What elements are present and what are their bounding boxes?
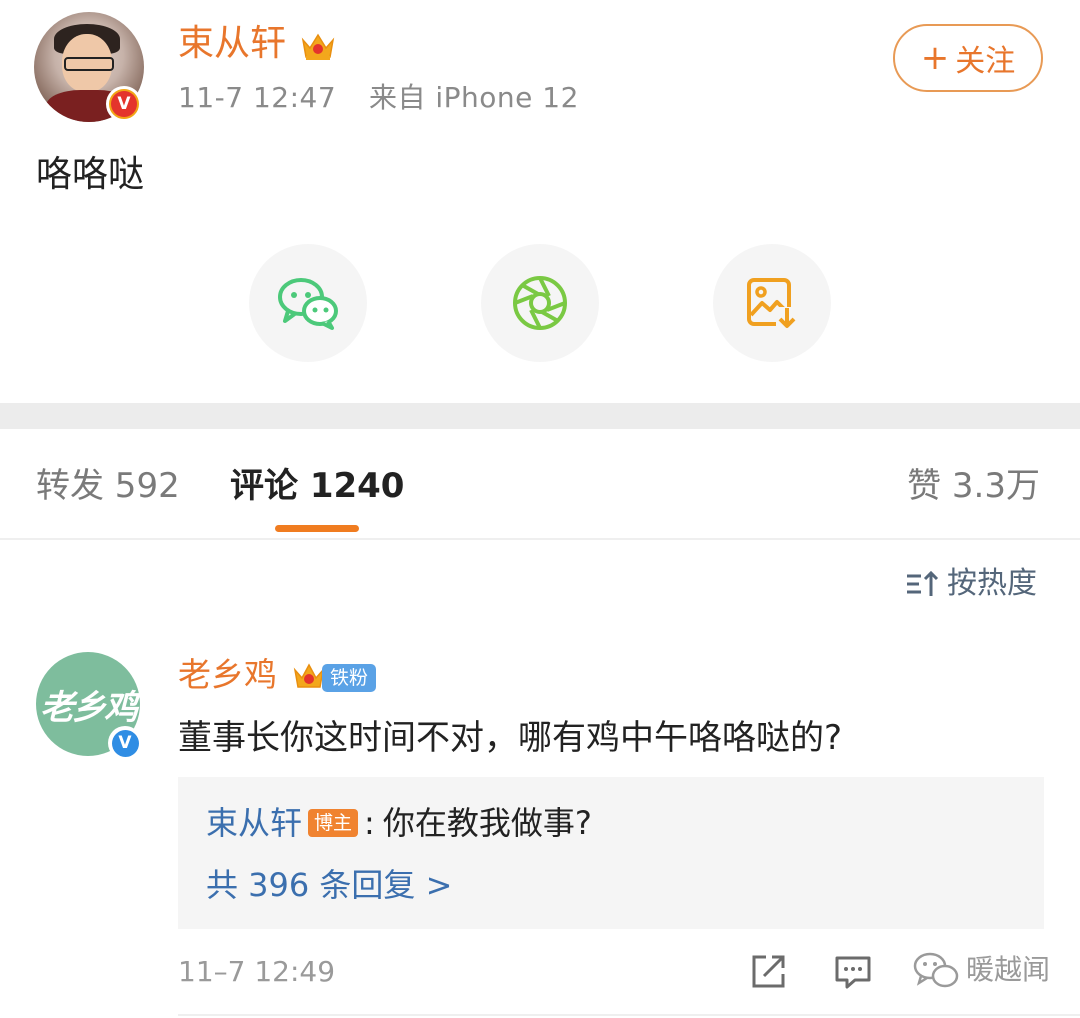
comment-text: 董事长你这时间不对，哪有鸡中午咯咯哒的? <box>178 718 843 758</box>
tab-comments[interactable]: 评论 1240 <box>230 462 404 510</box>
post-content: 咯咯哒 <box>36 154 145 195</box>
view-replies-link[interactable]: 共 396 条回复 > <box>206 862 452 908</box>
wechat-watermark-icon <box>913 952 959 988</box>
save-image-button[interactable] <box>713 244 831 362</box>
watermark: 暖越闻 <box>912 950 1050 990</box>
plus-icon: + <box>920 38 950 78</box>
comment-divider <box>178 1014 1080 1016</box>
reply-author[interactable]: 束从轩 <box>206 800 302 846</box>
tab-likes[interactable]: 赞 3.3万 <box>907 462 1040 510</box>
comment-icon[interactable] <box>833 952 873 992</box>
watermark-text: 暖越闻 <box>966 953 1051 986</box>
author-name[interactable]: 束从轩 <box>178 20 286 68</box>
sort-icon <box>907 570 939 596</box>
post-meta: 11-7 12:47 来自 iPhone 12 <box>178 80 579 116</box>
blogger-badge: 博主 <box>308 809 359 837</box>
save-image-icon <box>747 278 798 329</box>
reply-preview[interactable]: 束从轩 博主 : 你在教我做事? <box>206 800 592 846</box>
sort-by-hot-button[interactable]: 按热度 <box>905 563 1037 605</box>
fan-badge: 铁粉 <box>322 664 377 692</box>
crown-icon <box>293 663 325 688</box>
tab-divider <box>0 538 1080 540</box>
blue-verified-icon: V <box>108 726 142 760</box>
follow-label: 关注 <box>955 44 1016 79</box>
section-divider <box>0 403 1080 429</box>
post-time: 11-7 12:47 <box>178 81 337 114</box>
commenter-name[interactable]: 老乡鸡 <box>178 652 277 698</box>
sort-label: 按热度 <box>947 566 1037 601</box>
share-wechat-button[interactable] <box>249 244 367 362</box>
reply-text: 你在教我做事? <box>382 804 592 842</box>
share-moments-button[interactable] <box>481 244 599 362</box>
share-icon[interactable] <box>748 952 788 992</box>
follow-button[interactable]: + 关注 <box>893 24 1043 92</box>
moments-icon <box>513 276 567 330</box>
comment-time: 11–7 12:49 <box>178 955 336 988</box>
verified-badge-icon: V <box>106 86 142 122</box>
active-tab-indicator <box>275 525 359 532</box>
post-source: 来自 iPhone 12 <box>368 81 579 114</box>
reply-separator: : <box>364 804 375 842</box>
crown-icon <box>301 33 335 60</box>
tab-repost[interactable]: 转发 592 <box>36 462 180 510</box>
wechat-icon <box>278 278 338 330</box>
